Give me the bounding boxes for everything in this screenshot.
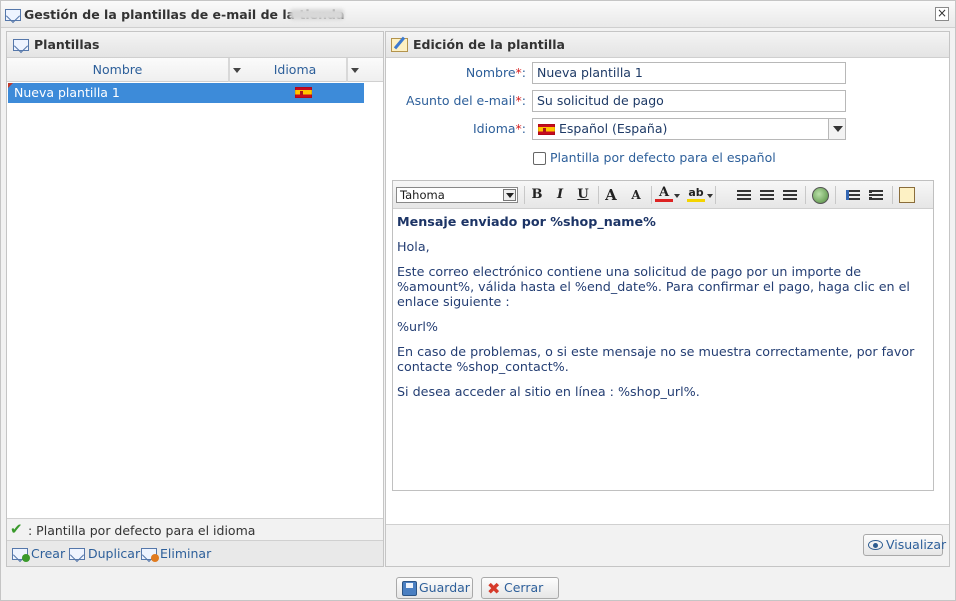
message-heading: Mensaje enviado por %shop_name%	[397, 214, 656, 229]
toolbar-separator	[835, 186, 836, 204]
templates-grid-header: Nombre Idioma	[7, 58, 383, 82]
name-label-wrap: Nombre*:	[386, 65, 526, 83]
table-row[interactable]: Nueva plantilla 1	[8, 83, 364, 103]
message-paragraph-3: Si desea acceder al sitio en línea : %sh…	[397, 384, 700, 399]
close-button[interactable]: ✖ Cerrar	[481, 577, 559, 599]
chevron-down-icon[interactable]	[674, 194, 680, 198]
align-right-icon[interactable]	[783, 190, 797, 200]
column-header-language[interactable]: Idioma	[244, 58, 347, 82]
link-icon[interactable]	[812, 187, 829, 204]
underline-icon[interactable]: U	[574, 186, 592, 204]
modified-marker	[8, 83, 13, 88]
delete-button[interactable]: Eliminar	[141, 545, 211, 563]
eye-icon	[868, 540, 883, 550]
shop-name-redacted	[290, 9, 344, 20]
legend-text: : Plantilla por defecto para el idioma	[28, 523, 256, 538]
numbered-list-icon[interactable]	[846, 190, 860, 200]
close-icon[interactable]: ×	[935, 7, 949, 21]
bold-icon[interactable]: B	[528, 186, 546, 204]
toolbar-separator	[805, 186, 806, 204]
create-button[interactable]: Crear	[12, 545, 70, 563]
preview-button[interactable]: Visualizar	[863, 534, 947, 556]
column-menu-language-icon[interactable]	[347, 58, 361, 82]
save-label: Guardar	[419, 580, 470, 595]
chevron-down-icon	[503, 189, 516, 201]
subject-label-wrap: Asunto del e-mail*:	[386, 93, 526, 111]
align-center-icon[interactable]	[760, 190, 774, 200]
language-select[interactable]: Español (España)	[532, 118, 846, 140]
save-button[interactable]: Guardar	[396, 577, 473, 599]
title-bar: Gestión de la plantillas de e-mail de la…	[1, 1, 955, 28]
create-label: Crear	[31, 546, 66, 561]
name-label: Nombre*:	[465, 65, 526, 80]
templates-panel-title: Plantillas	[34, 37, 100, 52]
language-label: Idioma*:	[472, 121, 526, 136]
toolbar-separator	[715, 186, 716, 204]
minus-badge-icon	[151, 554, 159, 562]
highlight-color-icon[interactable]: ab	[687, 186, 705, 202]
flag-es-icon	[295, 87, 312, 98]
edit-panel-footer: Visualizar	[386, 524, 949, 566]
language-select-value: Español (España)	[559, 121, 668, 136]
template-edit-panel: Edición de la plantilla Nombre*: Nueva p…	[385, 31, 950, 567]
subject-label: Asunto del e-mail*:	[406, 93, 526, 108]
preview-label: Visualizar	[886, 537, 947, 552]
rich-text-editor: Tahoma B I U A A A ab Mensaje enviado po…	[392, 180, 934, 491]
edit-icon	[391, 38, 408, 52]
name-field[interactable]: Nueva plantilla 1	[532, 62, 846, 84]
envelope-icon	[13, 39, 29, 51]
font-color-icon[interactable]: A	[655, 186, 673, 202]
bullet-list-icon[interactable]	[869, 190, 883, 200]
default-template-checkbox[interactable]	[533, 152, 546, 165]
toolbar-separator	[524, 186, 525, 204]
plus-badge-icon	[22, 554, 30, 562]
row-template-name: Nueva plantilla 1	[14, 85, 120, 100]
source-edit-icon[interactable]	[899, 187, 915, 203]
legend: ✔ : Plantilla por defecto para el idioma	[7, 518, 383, 540]
duplicate-label: Duplicar	[88, 546, 141, 561]
envelope-icon	[5, 9, 21, 21]
save-icon	[402, 581, 417, 596]
duplicate-button[interactable]: Duplicar	[69, 545, 141, 563]
edit-panel-title: Edición de la plantilla	[413, 37, 565, 52]
message-url: %url%	[397, 319, 438, 334]
default-template-label: Plantilla por defecto para el español	[550, 150, 776, 165]
flag-es-icon	[538, 124, 555, 135]
message-paragraph-1: Este correo electrónico contiene una sol…	[397, 264, 910, 309]
templates-panel-header: Plantillas	[7, 32, 383, 58]
templates-toolbar: Crear Duplicar Eliminar	[7, 540, 383, 566]
toolbar-separator	[892, 186, 893, 204]
delete-label: Eliminar	[160, 546, 212, 561]
chevron-down-icon[interactable]	[828, 119, 845, 139]
italic-icon[interactable]: I	[551, 186, 569, 204]
editor-toolbar: Tahoma B I U A A A ab	[393, 181, 933, 209]
editor-content[interactable]: Mensaje enviado por %shop_name% Hola, Es…	[397, 214, 927, 409]
close-icon: ✖	[487, 579, 501, 598]
message-greeting: Hola,	[397, 239, 430, 254]
close-label: Cerrar	[504, 580, 544, 595]
message-paragraph-2: En caso de problemas, o si este mensaje …	[397, 344, 915, 374]
font-family-select[interactable]: Tahoma	[396, 187, 518, 203]
shrink-font-icon[interactable]: A	[627, 186, 645, 204]
subject-field[interactable]: Su solicitud de pago	[532, 90, 846, 112]
toolbar-separator	[598, 186, 599, 204]
edit-panel-header: Edición de la plantilla	[386, 32, 949, 58]
grow-font-icon[interactable]: A	[602, 186, 620, 204]
checkmark-icon: ✔	[10, 520, 23, 538]
column-header-name[interactable]: Nombre	[7, 58, 229, 82]
chevron-down-icon[interactable]	[707, 194, 713, 198]
toolbar-separator	[651, 186, 652, 204]
language-label-wrap: Idioma*:	[386, 121, 526, 139]
column-menu-name-icon[interactable]	[229, 58, 243, 82]
align-left-icon[interactable]	[737, 190, 751, 200]
template-manager-dialog: Gestión de la plantillas de e-mail de la…	[0, 0, 956, 601]
templates-panel: Plantillas Nombre Idioma Nueva plantilla…	[6, 31, 384, 567]
font-family-value: Tahoma	[400, 188, 445, 202]
envelope-copy-icon	[69, 548, 85, 560]
